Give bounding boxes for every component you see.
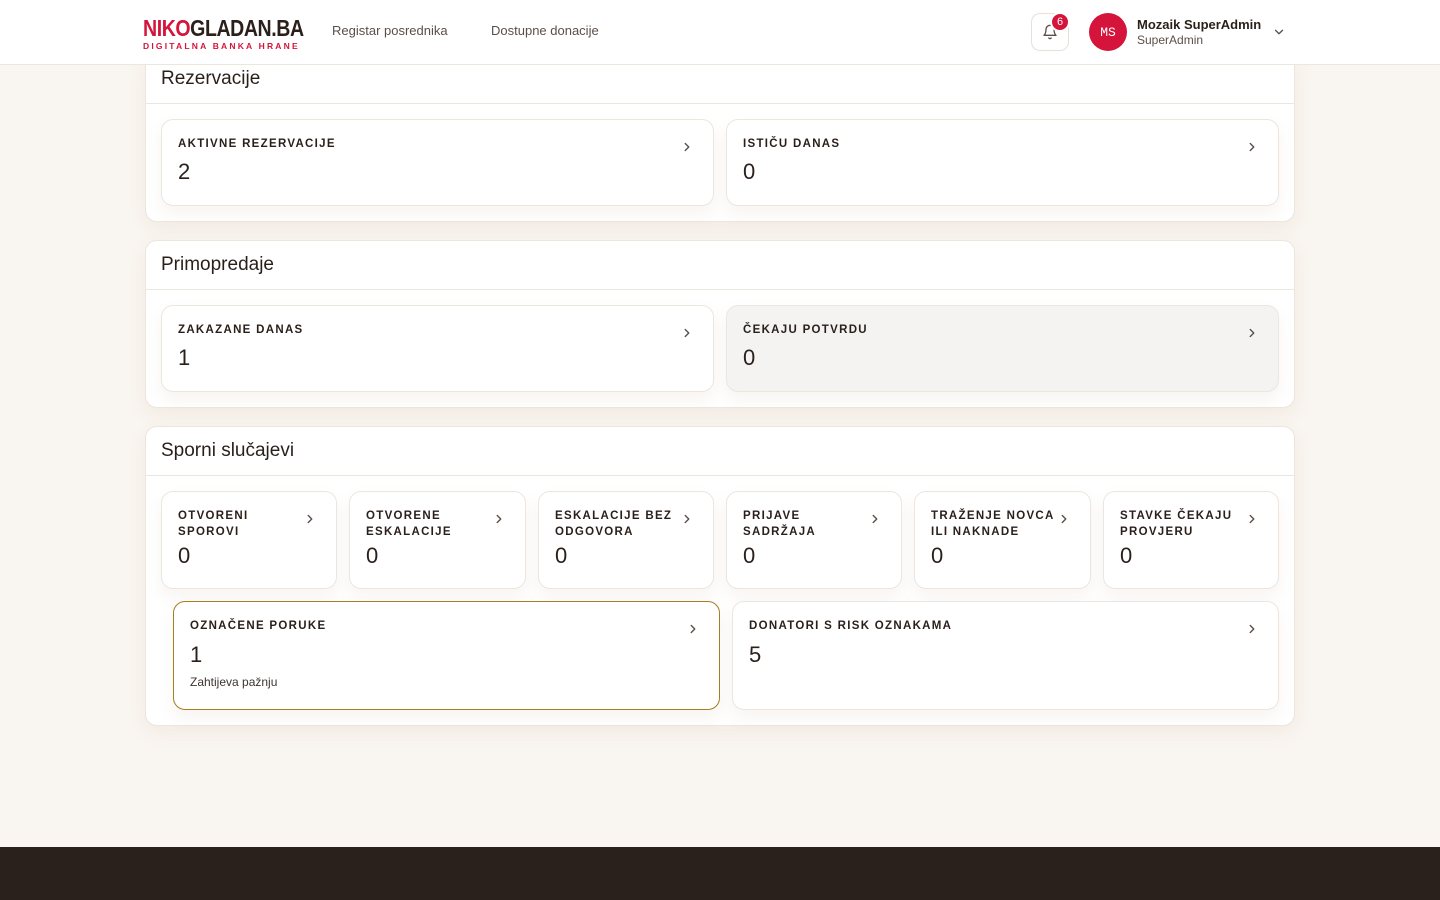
card-label: AKTIVNE REZERVACIJE	[178, 138, 336, 150]
user-name[interactable]: Mozaik SuperAdmin	[1137, 17, 1261, 32]
chevron-right-icon	[690, 624, 696, 634]
chevron-right-icon	[307, 514, 313, 524]
card-label: ISTIČU DANAS	[743, 138, 841, 150]
chevron-right-icon	[1249, 624, 1255, 634]
footer	[0, 847, 1440, 900]
card-label: ZAKAZANE DANAS	[178, 324, 304, 336]
nav-registar-posrednika[interactable]: Registar posrednika	[332, 23, 448, 38]
chevron-down-icon[interactable]	[1272, 25, 1286, 39]
chevron-right-icon	[1249, 142, 1255, 152]
card-value: 1	[190, 642, 203, 667]
chevron-right-icon	[496, 514, 502, 524]
card-value: 0	[743, 159, 756, 184]
stat-card-isticu-danas[interactable]: ISTIČU DANAS 0	[726, 119, 1279, 206]
chevron-right-icon	[684, 514, 690, 524]
stat-card-otvoreni-sporovi[interactable]: OTVORENI SPOROVI 0	[161, 491, 337, 589]
card-value: 0	[1120, 543, 1133, 568]
stat-card-aktivne-rezervacije[interactable]: AKTIVNE REZERVACIJE 2	[161, 119, 714, 206]
card-value: 1	[178, 345, 191, 370]
chevron-right-icon	[1249, 328, 1255, 338]
card-label: STAVKE ČEKAJU PROVJERU	[1120, 510, 1233, 538]
stat-card-trazenje-novca[interactable]: TRAŽENJE NOVCA ILI NAKNADE 0	[914, 491, 1091, 589]
card-value: 0	[366, 543, 379, 568]
card-label: ČEKAJU POTVRDU	[743, 324, 868, 336]
stat-card-cekaju-potvrdu[interactable]: ČEKAJU POTVRDU 0	[726, 305, 1279, 392]
card-label: OZNAČENE PORUKE	[190, 620, 327, 632]
card-value: 0	[178, 543, 191, 568]
avatar[interactable]: MS	[1089, 13, 1127, 51]
card-label: TRAŽENJE NOVCA ILI NAKNADE	[931, 510, 1055, 538]
logo[interactable]: NIKOGLADAN.BA DIGITALNA BANKA HRANE	[143, 15, 304, 51]
nav-dostupne-donacije[interactable]: Dostupne donacije	[491, 23, 599, 38]
logo-tagline: DIGITALNA BANKA HRANE	[143, 41, 300, 51]
card-label: ESKALACIJE BEZ ODGOVORA	[555, 510, 673, 538]
card-label: PRIJAVE SADRŽAJA	[743, 510, 817, 538]
chevron-right-icon	[1249, 514, 1255, 524]
card-label: OTVORENE ESKALACIJE	[366, 510, 452, 538]
card-label: DONATORI S RISK OZNAKAMA	[749, 620, 953, 632]
section-title: Sporni slučajevi	[161, 440, 295, 461]
attention-note: Zahtijeva pažnju	[190, 675, 278, 689]
section-title: Rezervacije	[161, 68, 261, 89]
stat-card-prijave-sadrzaja[interactable]: PRIJAVE SADRŽAJA 0	[726, 491, 902, 589]
card-value: 5	[749, 642, 762, 667]
card-label: OTVORENI SPOROVI	[178, 510, 249, 538]
card-value: 0	[555, 543, 568, 568]
chevron-right-icon	[684, 328, 690, 338]
stat-card-zakazane-danas[interactable]: ZAKAZANE DANAS 1	[161, 305, 714, 392]
stat-card-otvorene-eskalacije[interactable]: OTVORENE ESKALACIJE 0	[349, 491, 526, 589]
stat-card-stavke-cekaju-provjeru[interactable]: STAVKE ČEKAJU PROVJERU 0	[1103, 491, 1279, 589]
logo-brand-part2: GLADAN.BA	[190, 15, 304, 41]
top-navbar: NIKOGLADAN.BA DIGITALNA BANKA HRANE Regi…	[0, 0, 1440, 65]
logo-brand-part1: NIKO	[143, 15, 191, 41]
card-value: 0	[743, 543, 756, 568]
user-role: SuperAdmin	[1137, 33, 1204, 47]
notifications-count-badge: 6	[1050, 12, 1070, 32]
section-title: Primopredaje	[161, 254, 274, 275]
stat-card-oznacene-poruke[interactable]: OZNAČENE PORUKE 1 Zahtijeva pažnju	[173, 601, 720, 710]
chevron-right-icon	[872, 514, 878, 524]
card-value: 0	[931, 543, 944, 568]
chevron-right-icon	[1061, 514, 1067, 524]
stat-card-donatori-risk[interactable]: DONATORI S RISK OZNAKAMA 5	[732, 601, 1279, 710]
card-value: 0	[743, 345, 756, 370]
chevron-right-icon	[684, 142, 690, 152]
stat-card-eskalacije-bez-odgovora[interactable]: ESKALACIJE BEZ ODGOVORA 0	[538, 491, 714, 589]
card-value: 2	[178, 159, 191, 184]
